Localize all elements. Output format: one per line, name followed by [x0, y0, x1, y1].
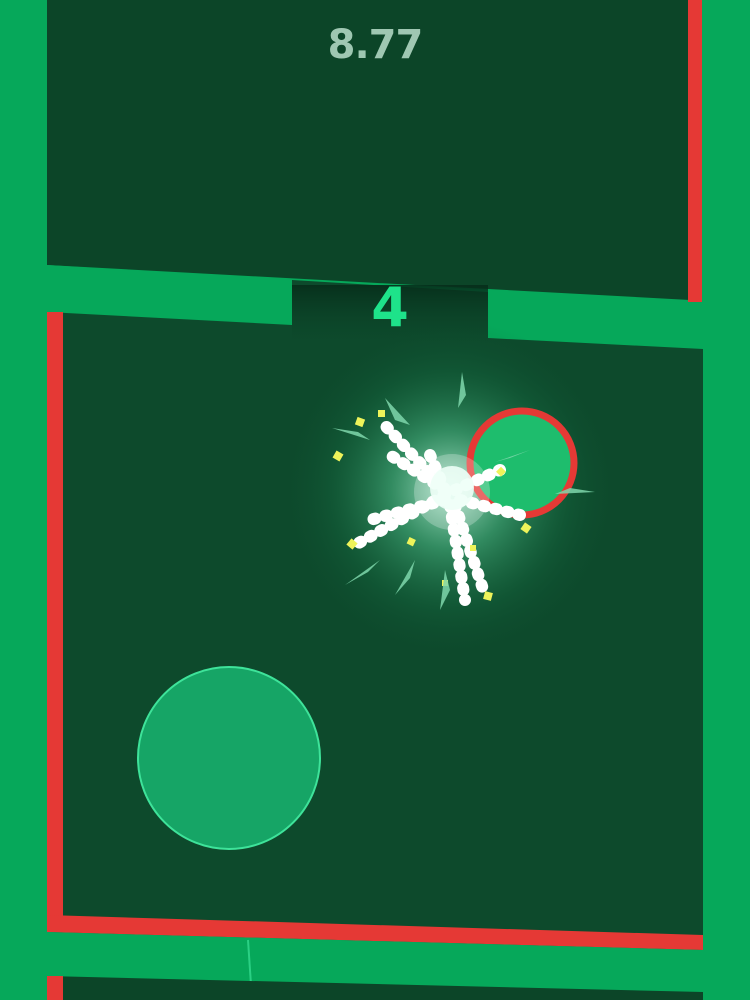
game-scene — [0, 0, 750, 1000]
hazard-wall-left — [47, 312, 63, 932]
hazard-wall-next-left — [47, 976, 63, 1000]
virtual-joystick[interactable] — [137, 666, 321, 850]
gate-number: 4 — [371, 276, 409, 339]
elapsed-timer: 8.77 — [327, 22, 424, 68]
right-wall — [703, 349, 750, 1000]
spark — [378, 410, 385, 417]
spark — [470, 545, 476, 551]
burst-core-halo — [414, 454, 490, 530]
